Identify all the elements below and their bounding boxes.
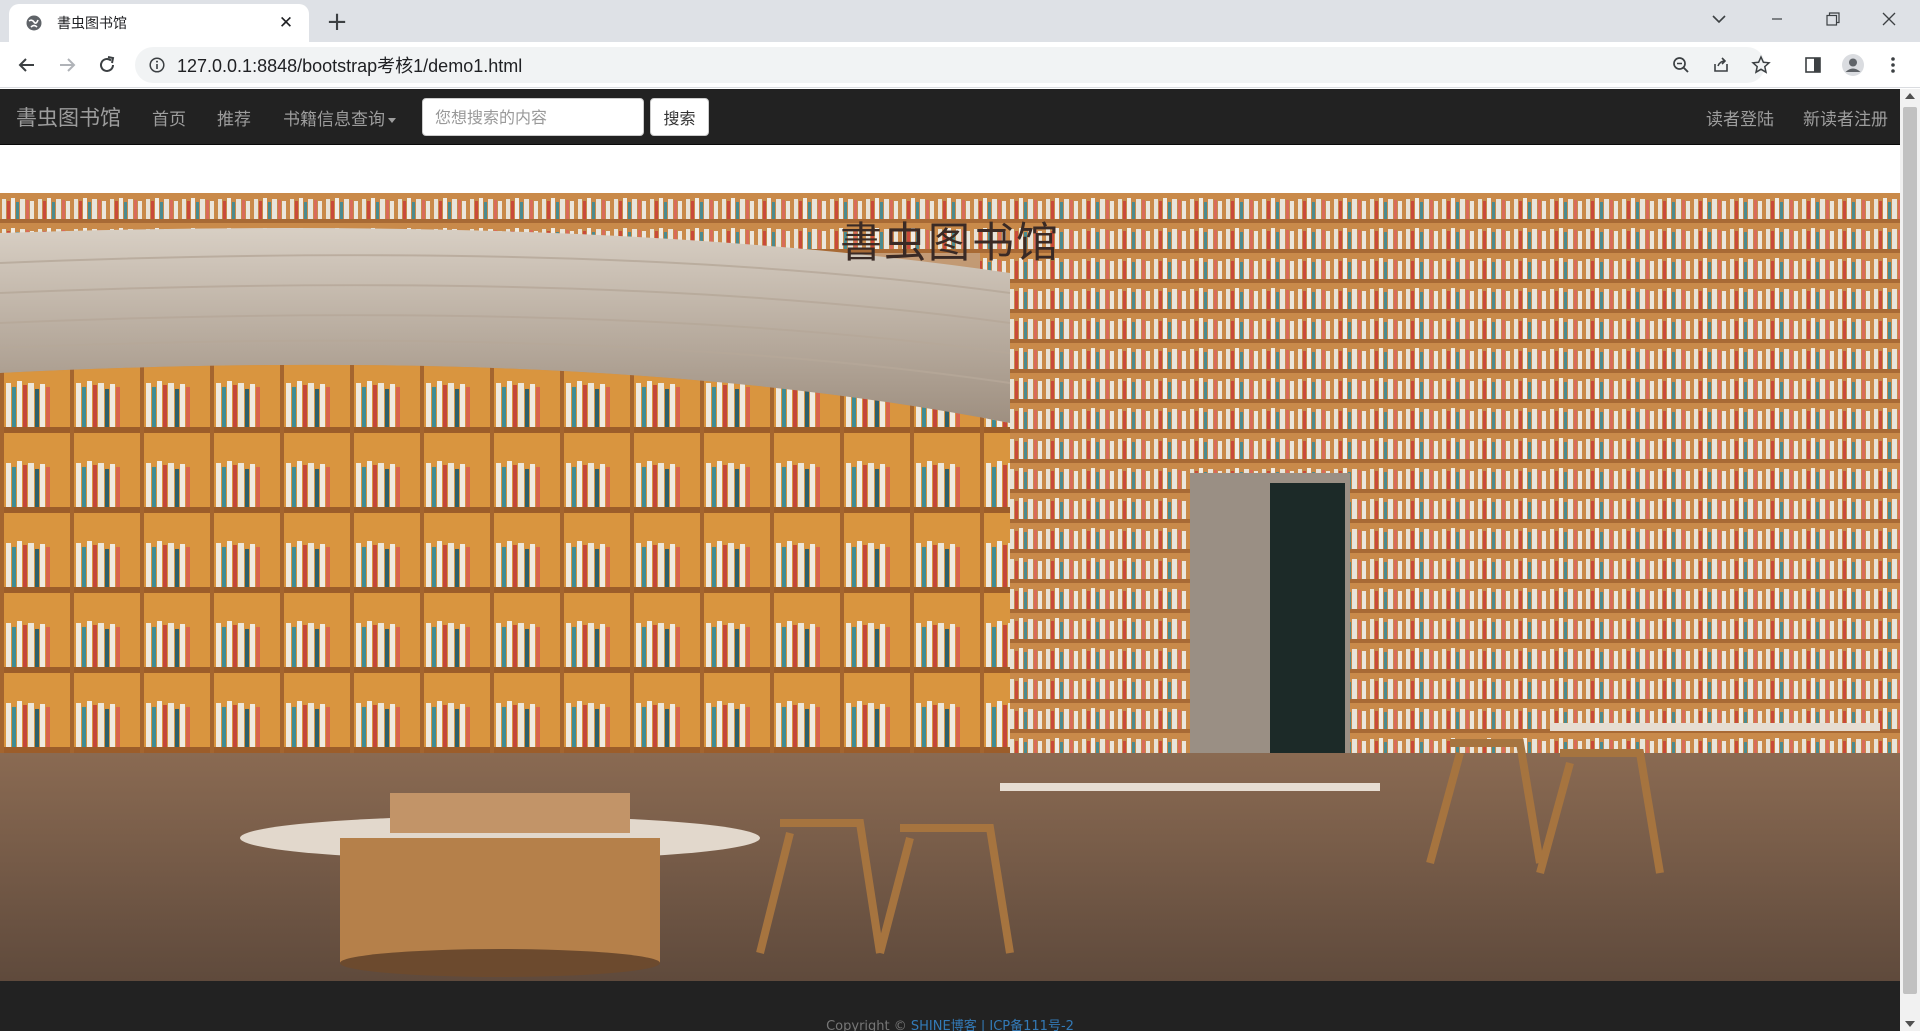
new-tab-button[interactable]: +: [322, 9, 352, 35]
share-icon[interactable]: [1707, 51, 1735, 79]
nav-link-reader-login[interactable]: 读者登陆: [1706, 105, 1774, 130]
tab-search-chevron-icon[interactable]: [1696, 0, 1742, 38]
browser-toolbar: 127.0.0.1:8848/bootstrap考核1/demo1.html: [0, 42, 1920, 88]
browser-tab[interactable]: 書虫图书馆 ✕: [9, 4, 309, 42]
nav-dropdown-label: 书籍信息查询: [283, 110, 385, 130]
search-input[interactable]: [422, 98, 644, 136]
scroll-up-arrow-icon[interactable]: [1905, 93, 1915, 99]
tab-title: 書虫图书馆: [57, 16, 127, 32]
browser-menu-icon[interactable]: [1878, 50, 1908, 80]
close-tab-icon[interactable]: ✕: [275, 12, 297, 34]
scroll-thumb[interactable]: [1903, 107, 1917, 994]
page-viewport: 書虫图书馆 首页 推荐 书籍信息查询 搜索 读者登陆 新读者注册: [0, 89, 1900, 1031]
hero-banner: 書虫图书馆: [0, 193, 1900, 981]
site-navbar: 書虫图书馆 首页 推荐 书籍信息查询 搜索 读者登陆 新读者注册: [0, 89, 1900, 145]
browser-tabstrip: 書虫图书馆 ✕ +: [0, 0, 1920, 42]
footer-icp-link[interactable]: ICP备111号-2: [989, 1019, 1074, 1031]
forward-arrow-icon[interactable]: [52, 50, 82, 80]
reload-icon[interactable]: [92, 50, 122, 80]
hero-title: 書虫图书馆: [839, 218, 1060, 267]
nav-link-recommend-label: 推荐: [217, 110, 251, 130]
nav-dropdown-book-query[interactable]: 书籍信息查询: [283, 105, 396, 130]
nav-link-register[interactable]: 新读者注册: [1803, 105, 1888, 130]
close-window-button[interactable]: [1866, 0, 1912, 38]
side-panel-icon[interactable]: [1798, 50, 1828, 80]
address-bar[interactable]: 127.0.0.1:8848/bootstrap考核1/demo1.html: [135, 47, 1771, 83]
caret-down-icon: [388, 117, 396, 123]
nav-link-recommend[interactable]: 推荐: [217, 105, 251, 130]
footer-copyright-prefix: Copyright ©: [826, 1019, 907, 1031]
globe-icon: [25, 14, 43, 32]
restore-button[interactable]: [1810, 0, 1856, 38]
address-url[interactable]: 127.0.0.1:8848/bootstrap考核1/demo1.html: [177, 52, 522, 78]
scroll-down-arrow-icon[interactable]: [1905, 1021, 1915, 1027]
nav-link-home[interactable]: 首页: [152, 105, 186, 130]
footer-separator: |: [980, 1019, 986, 1031]
page-scrollbar[interactable]: [1900, 89, 1920, 1031]
site-footer: Copyright © SHINE博客 | ICP备111号-2: [0, 981, 1900, 1031]
profile-avatar-icon[interactable]: [1838, 50, 1868, 80]
navbar-brand[interactable]: 書虫图书馆: [16, 102, 121, 132]
minimize-button[interactable]: [1754, 0, 1800, 38]
site-info-icon[interactable]: [149, 57, 165, 73]
footer-blog-link[interactable]: SHINE博客: [911, 1019, 977, 1031]
back-arrow-icon[interactable]: [12, 50, 42, 80]
search-button[interactable]: 搜索: [650, 98, 709, 136]
bookmark-star-icon[interactable]: [1747, 51, 1775, 79]
library-photo: [0, 193, 1900, 981]
footer-copyright: Copyright © SHINE博客 | ICP备111号-2: [0, 1015, 1900, 1031]
zoom-icon[interactable]: [1667, 51, 1695, 79]
